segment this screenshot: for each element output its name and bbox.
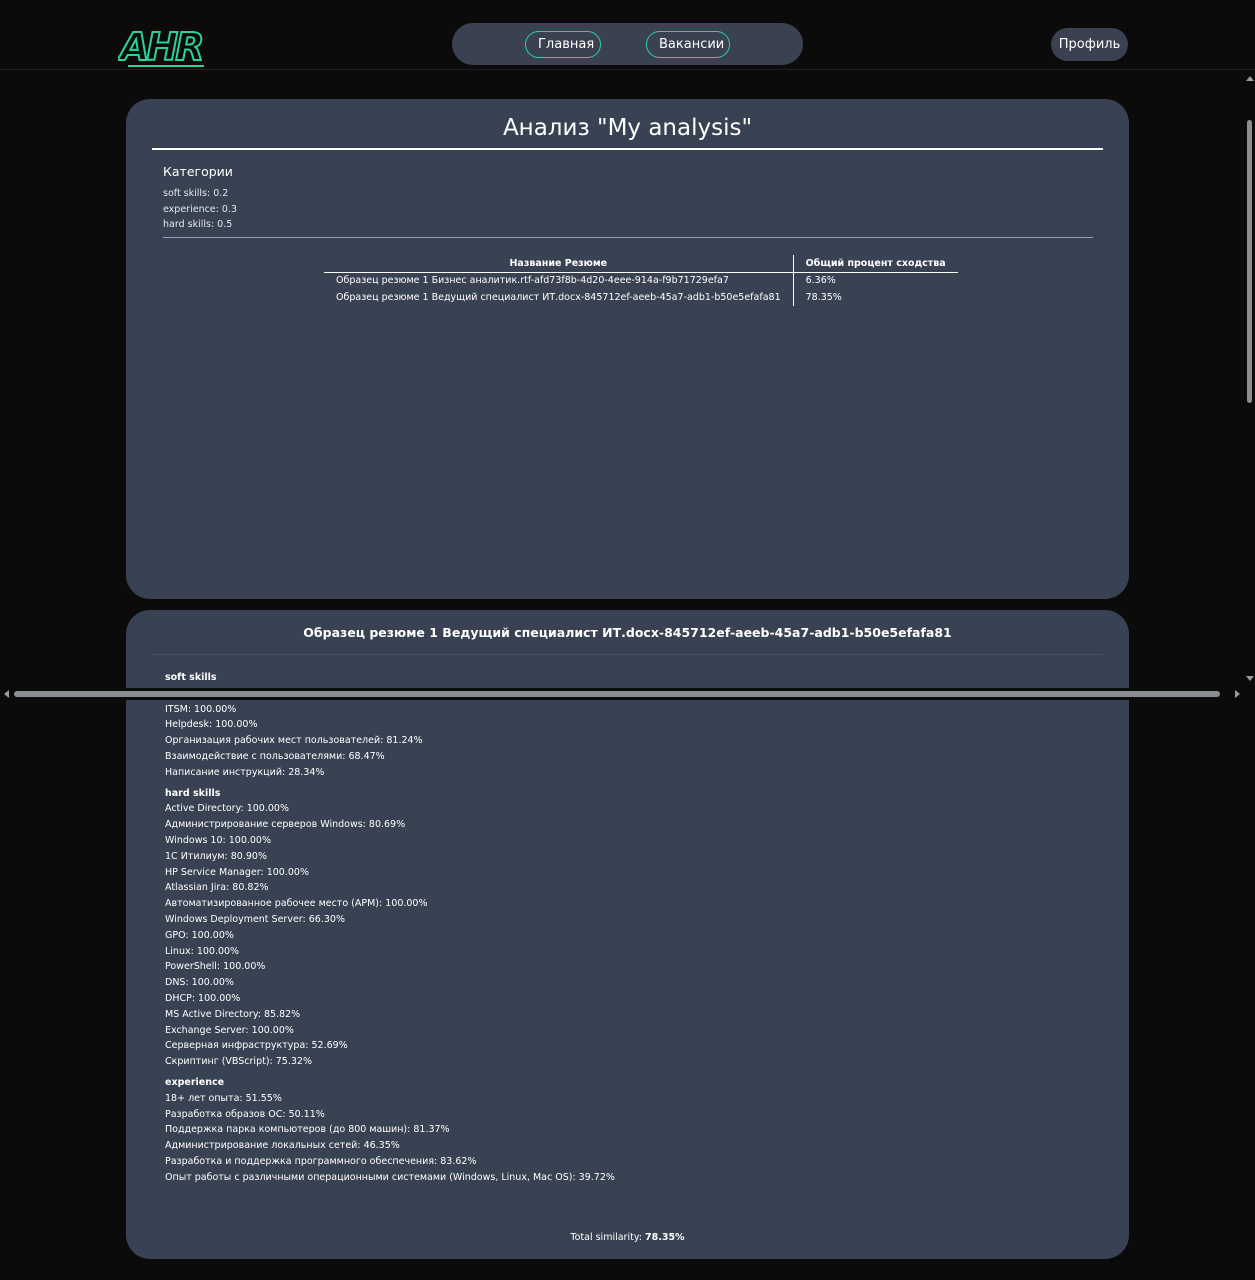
table-row[interactable]: Образец резюме 1 Бизнес аналитик.rtf-afd… [324, 272, 958, 289]
skills-breakdown: soft skills ITSM: 100.00% Helpdesk: 100.… [165, 670, 1065, 1186]
scroll-right-arrow-icon[interactable] [1235, 690, 1240, 698]
category-weight: hard skills: 0.5 [163, 219, 233, 230]
skill-line: MS Active Directory: 85.82% [165, 1008, 301, 1020]
horizontal-scrollbar[interactable] [0, 688, 1255, 700]
skill-line: DNS: 100.00% [165, 977, 234, 989]
skill-line: Linux: 100.00% [165, 945, 240, 957]
similarity-cell: 6.36% [805, 275, 836, 287]
title-divider [152, 148, 1103, 150]
skill-line: HP Service Manager: 100.00% [165, 866, 309, 878]
skill-line: Автоматизированное рабочее место (АРМ): … [165, 898, 428, 910]
skill-line: ITSM: 100.00% [165, 703, 237, 715]
skill-line: Windows Deployment Server: 66.30% [165, 913, 345, 925]
categories-divider [163, 237, 1093, 238]
skill-line: PowerShell: 100.00% [165, 961, 266, 973]
nav-home-button[interactable]: Главная [525, 31, 601, 58]
nav-vacancies-button[interactable]: Вакансии [646, 31, 730, 58]
skill-line: Администрирование локальных сетей: 46.35… [165, 1140, 400, 1152]
horizontal-scroll-thumb[interactable] [14, 691, 1220, 697]
svg-text:AHR: AHR [118, 25, 202, 69]
resume-results-table: Название Резюме Общий процент сходства О… [324, 255, 958, 306]
skill-line: Windows 10: 100.00% [165, 834, 272, 846]
skill-line: Администрирование серверов Windows: 80.6… [165, 819, 406, 831]
skill-line: Active Directory: 100.00% [165, 803, 289, 815]
skill-line: Exchange Server: 100.00% [165, 1024, 294, 1036]
column-header-similarity: Общий процент сходства [793, 255, 958, 273]
category-weight: experience: 0.3 [163, 204, 237, 215]
experience-heading: experience [165, 1076, 225, 1088]
total-similarity: Total similarity: 78.35% [126, 1232, 1129, 1243]
skill-line: Серверная инфраструктура: 52.69% [165, 1040, 348, 1052]
total-similarity-value: 78.35% [645, 1232, 685, 1243]
detail-divider [152, 654, 1103, 655]
hard-skills-heading: hard skills [165, 787, 221, 799]
skill-line: Atlassian Jira: 80.82% [165, 882, 269, 894]
category-weight: soft skills: 0.2 [163, 188, 229, 199]
scroll-left-arrow-icon[interactable] [4, 690, 9, 698]
skill-line: Helpdesk: 100.00% [165, 719, 258, 731]
skill-line: Поддержка парка компьютеров (до 800 маши… [165, 1124, 450, 1136]
skill-line: Написание инструкций: 28.34% [165, 766, 325, 778]
resume-name-cell[interactable]: Образец резюме 1 Бизнес аналитик.rtf-afd… [324, 272, 794, 289]
skill-line: Разработка и поддержка программного обес… [165, 1155, 477, 1167]
skill-line: GPO: 100.00% [165, 929, 234, 941]
similarity-cell: 78.35% [805, 292, 842, 303]
main-nav: Главная Вакансии [452, 23, 803, 65]
skill-line: Организация рабочих мест пользователей: … [165, 735, 423, 747]
analysis-card: Анализ "My analysis" Категории soft skil… [126, 99, 1129, 599]
table-header-row: Название Резюме Общий процент сходства [324, 255, 958, 273]
vertical-scroll-thumb[interactable] [1247, 120, 1252, 403]
skill-line: Скриптинг (VBScript): 75.32% [165, 1056, 312, 1068]
vertical-scrollbar[interactable] [1243, 70, 1255, 688]
analysis-title: Анализ "My analysis" [502, 115, 753, 141]
scroll-up-arrow-icon[interactable] [1246, 76, 1254, 81]
skill-line: Взаимодействие с пользователями: 68.47% [165, 750, 385, 762]
soft-skills-heading: soft skills [165, 672, 217, 683]
top-navbar: AHR Главная Вакансии Профиль [0, 0, 1255, 70]
categories-heading: Категории [163, 164, 233, 179]
skill-line: Опыт работы с различными операционными с… [165, 1171, 615, 1183]
scroll-down-arrow-icon[interactable] [1246, 676, 1254, 681]
resume-name-cell[interactable]: Образец резюме 1 Ведущий специалист ИТ.d… [324, 289, 794, 306]
skill-line: 18+ лет опыта: 51.55% [165, 1092, 282, 1104]
total-similarity-label: Total similarity: [570, 1232, 642, 1243]
table-row[interactable]: Образец резюме 1 Ведущий специалист ИТ.d… [324, 289, 958, 306]
profile-button[interactable]: Профиль [1051, 28, 1128, 61]
skill-line: 1С Итилиум: 80.90% [165, 850, 267, 862]
resume-detail-card: Образец резюме 1 Ведущий специалист ИТ.d… [126, 610, 1129, 1259]
column-header-resume-name: Название Резюме [324, 255, 794, 273]
skill-line: DHCP: 100.00% [165, 992, 241, 1004]
resume-detail-title: Образец резюме 1 Ведущий специалист ИТ.d… [303, 625, 952, 640]
skill-line: Разработка образов ОС: 50.11% [165, 1108, 325, 1120]
ahr-logo[interactable]: AHR [116, 20, 208, 70]
